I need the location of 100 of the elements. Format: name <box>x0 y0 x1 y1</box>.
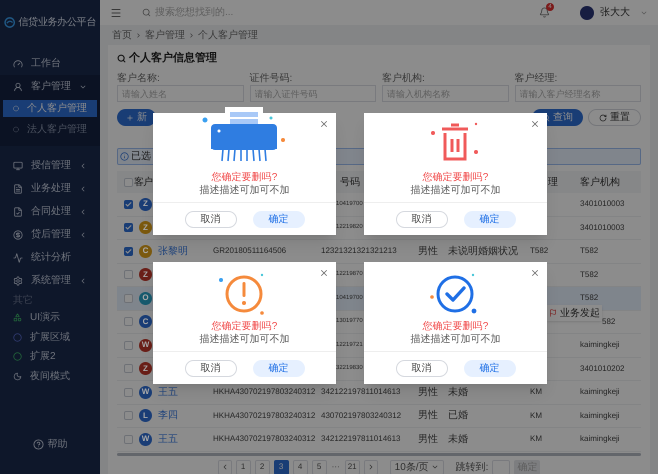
table-cell: 3401010003 <box>580 198 624 210</box>
settings-icon <box>13 276 23 286</box>
sidebar-item[interactable]: UI演示 <box>0 308 100 328</box>
filter-label: 客户名称: <box>117 73 161 85</box>
pagination-ellipsis[interactable]: ··· <box>330 461 341 473</box>
close-button[interactable] <box>319 268 329 278</box>
close-button[interactable] <box>530 268 540 278</box>
checkbox[interactable] <box>124 434 133 444</box>
checkbox[interactable] <box>124 223 133 232</box>
checkbox[interactable] <box>124 200 133 209</box>
checkbox[interactable] <box>124 270 133 280</box>
bell-icon[interactable] <box>539 7 550 18</box>
close-icon <box>530 268 540 278</box>
table-cell: 342122197811014613 <box>321 433 400 446</box>
filter-label: 客户机构: <box>382 73 426 85</box>
checkbox[interactable] <box>124 246 133 256</box>
sidebar-item[interactable]: 夜间模式 <box>0 366 100 386</box>
logo-icon <box>4 16 16 28</box>
confirm-button[interactable]: 确定 <box>464 360 516 376</box>
page-button[interactable]: 1 <box>236 460 251 474</box>
pulse-icon <box>13 252 23 262</box>
table-cell: T582 <box>580 268 598 281</box>
page-button[interactable]: 5 <box>312 460 327 474</box>
sidebar-item[interactable]: 工作台 <box>0 52 100 75</box>
cancel-button[interactable]: 取消 <box>184 360 236 376</box>
chevron-right-icon <box>188 32 195 38</box>
table-cell-text: 男性 <box>418 408 438 424</box>
shapes-icon <box>13 313 22 322</box>
sidebar-item[interactable]: 授信管理 <box>0 154 100 177</box>
close-button[interactable] <box>530 119 540 129</box>
page-button[interactable]: 4 <box>292 460 308 474</box>
user-icon <box>13 82 23 92</box>
confirm-button[interactable]: 确定 <box>464 210 516 228</box>
menu-button[interactable] <box>110 6 122 18</box>
page-button[interactable]: 21 <box>344 460 360 474</box>
submenu-item[interactable]: 法人客户管理 <box>3 121 97 138</box>
table-cell-text: 男性 <box>418 244 438 259</box>
checkbox[interactable] <box>124 388 133 397</box>
avatar: Z <box>139 221 152 234</box>
table-cell-text: 未婚 <box>448 386 468 400</box>
checkbox[interactable] <box>124 340 133 350</box>
chevron-down-icon <box>430 463 439 471</box>
sidebar-item[interactable]: 系统管理 <box>0 269 100 292</box>
menu-item[interactable]: 业务发起 <box>547 305 602 321</box>
sidebar-item[interactable]: 客户管理 <box>0 75 100 98</box>
help-button[interactable]: 帮助 <box>32 437 68 452</box>
sidebar-item[interactable]: 业务处理 <box>0 177 100 200</box>
reset-button[interactable]: 重置 <box>588 109 641 126</box>
cancel-button[interactable]: 取消 <box>184 210 236 228</box>
close-button[interactable] <box>319 119 329 129</box>
previous-page-button[interactable] <box>218 460 232 474</box>
avatar: C <box>139 315 152 328</box>
name-link[interactable]: 王五 <box>158 384 178 400</box>
refresh-icon <box>599 114 607 122</box>
checkbox[interactable] <box>124 178 133 186</box>
breadcrumb-link[interactable]: 个人客户管理 <box>198 28 258 42</box>
avatar: Z <box>139 198 152 211</box>
horizontal-scrollbar[interactable] <box>117 452 641 456</box>
breadcrumb-link[interactable]: 首页 <box>112 28 132 42</box>
checkbox[interactable] <box>124 364 133 374</box>
filter-label: 证件号码: <box>250 73 294 85</box>
filter-label: 客户经理: <box>514 73 558 85</box>
page-size-select[interactable]: 10条/页 <box>390 460 444 474</box>
name-link[interactable]: 王五 <box>158 432 178 447</box>
submenu-item[interactable]: 个人客户管理 <box>3 100 97 117</box>
sidebar-item[interactable]: 统计分析 <box>0 246 100 269</box>
user-name[interactable]: 张大大 <box>600 5 630 20</box>
confirm-button[interactable]: 确定 <box>252 210 304 228</box>
table-cell-text: 男性 <box>418 432 438 447</box>
table-cell: 342122197811014613 <box>321 386 400 398</box>
confirm-button[interactable]: 确定 <box>252 360 304 376</box>
table-cell: HKHA430702197803240312 <box>213 386 316 398</box>
info-icon <box>120 152 129 161</box>
next-page-button[interactable] <box>364 460 378 474</box>
cancel-button[interactable]: 取消 <box>396 360 448 376</box>
sidebar-item[interactable]: 贷后管理 <box>0 223 100 246</box>
sidebar-item[interactable]: 扩展2 <box>0 347 100 366</box>
user-avatar[interactable] <box>580 6 594 20</box>
gauge-icon <box>13 58 23 68</box>
checkbox[interactable] <box>124 317 133 326</box>
breadcrumb-link[interactable]: 客户管理 <box>145 28 185 42</box>
checkbox[interactable] <box>124 294 133 303</box>
name-link[interactable]: 张黎明 <box>158 244 188 259</box>
sidebar-item[interactable]: 合同处理 <box>0 200 100 223</box>
avatar: Z <box>139 268 152 282</box>
checkbox[interactable] <box>124 411 133 420</box>
page-button[interactable]: 2 <box>254 460 270 474</box>
page-title: 个人客户信息管理 <box>129 50 217 66</box>
table-cell: KM <box>530 433 542 446</box>
sidebar-item[interactable]: 扩展区域 <box>0 328 100 347</box>
circle-icon <box>13 126 19 133</box>
add-button[interactable]: 新 <box>117 109 156 126</box>
cancel-button[interactable]: 取消 <box>396 210 448 228</box>
circle-icon <box>13 332 22 342</box>
dialog-title: 您确定要删吗? <box>422 320 488 333</box>
name-link[interactable]: 李四 <box>158 408 178 424</box>
alert-text: 已选 <box>131 150 151 164</box>
flag-icon <box>549 309 557 317</box>
page-button[interactable]: 3 <box>274 460 289 474</box>
table-cell: kaimingkeji <box>580 386 620 398</box>
